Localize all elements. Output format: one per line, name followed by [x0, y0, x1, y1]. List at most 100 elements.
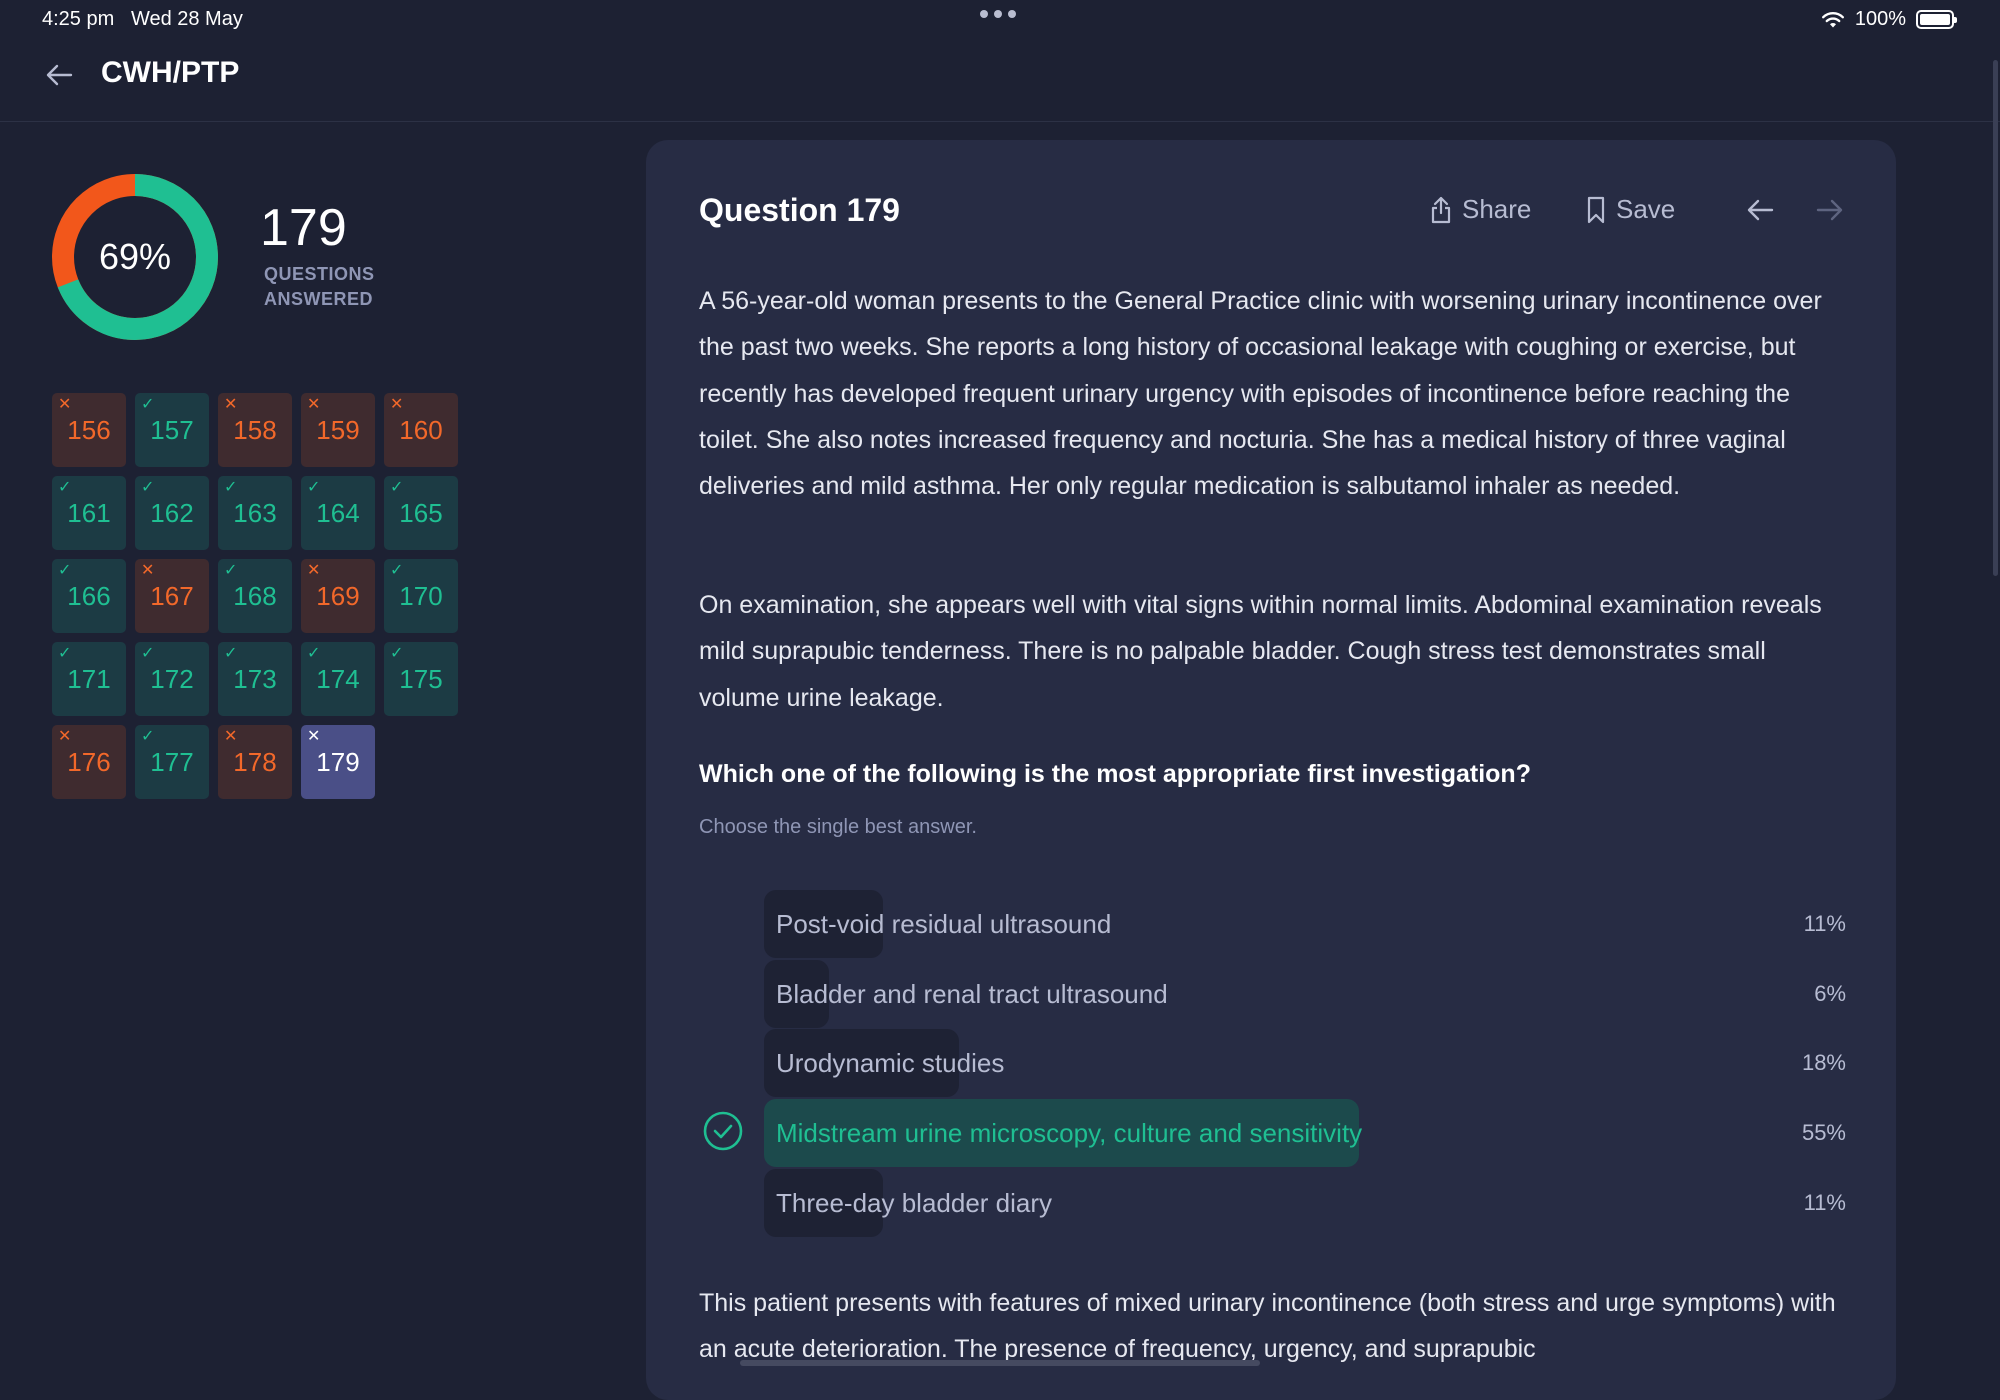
question-prompt: Which one of the following is the most a…: [699, 760, 1531, 788]
question-cell-158[interactable]: ✕ 158: [218, 393, 292, 467]
share-button[interactable]: Share: [1430, 194, 1531, 225]
question-number: 176: [67, 746, 111, 777]
examination-paragraph: On examination, she appears well with vi…: [699, 591, 1822, 712]
scrollbar[interactable]: [1993, 60, 1998, 576]
question-cell-179[interactable]: ✕ 179: [301, 725, 375, 799]
check-icon: ✓: [307, 479, 321, 496]
answer-option-label: Midstream urine microscopy, culture and …: [776, 1117, 1363, 1148]
question-number: 179: [316, 746, 360, 777]
answer-option-label: Post-void residual ultrasound: [776, 908, 1112, 939]
answer-option[interactable]: Bladder and renal tract ultrasound 6%: [764, 960, 1846, 1028]
check-icon: ✓: [58, 645, 72, 662]
question-cell-168[interactable]: ✓ 168: [218, 559, 292, 633]
answer-option-label: Bladder and renal tract ultrasound: [776, 978, 1168, 1009]
question-number: 171: [67, 663, 111, 694]
question-number: 156: [67, 414, 111, 445]
cross-icon: ✕: [390, 396, 404, 413]
page-title: CWH/PTP: [101, 56, 240, 89]
question-cell-160[interactable]: ✕ 160: [384, 393, 458, 467]
next-question-button[interactable]: [1810, 190, 1850, 230]
question-cell-157[interactable]: ✓ 157: [135, 393, 209, 467]
question-cell-177[interactable]: ✓ 177: [135, 725, 209, 799]
question-cell-175[interactable]: ✓ 175: [384, 642, 458, 716]
check-icon: ✓: [307, 645, 321, 662]
check-icon: ✓: [141, 479, 155, 496]
check-icon: ✓: [141, 645, 155, 662]
explanation-text: This patient presents with features of m…: [699, 1289, 1836, 1364]
share-label: Share: [1462, 194, 1532, 224]
question-cell-178[interactable]: ✕ 178: [218, 725, 292, 799]
question-cell-161[interactable]: ✓ 161: [52, 476, 126, 550]
question-number: 168: [233, 580, 277, 611]
battery-percent: 100%: [1854, 8, 1906, 30]
answered-count: 179: [260, 199, 347, 257]
check-icon: ✓: [390, 562, 404, 579]
answered-label: QUESTIONS ANSWERED: [264, 264, 375, 309]
score-percent: 69%: [98, 236, 172, 277]
question-number: 177: [150, 746, 194, 777]
question-number: 166: [67, 580, 111, 611]
question-stem-paragraph: A 56-year-old woman presents to the Gene…: [699, 287, 1822, 501]
question-grid: ✕ 156 ✓ 157 ✕ 158 ✕ 159 ✕ 160 ✓ 161 ✓ 162 ✓ 163 ✓ 164 ✓ 165…: [52, 393, 458, 799]
home-indicator[interactable]: [740, 1360, 1260, 1366]
question-number: 165: [399, 497, 443, 528]
status-date: Wed 28 May: [130, 8, 243, 30]
question-cell-162[interactable]: ✓ 162: [135, 476, 209, 550]
answer-option[interactable]: Urodynamic studies 18%: [764, 1029, 1846, 1097]
check-icon: ✓: [224, 479, 238, 496]
question-cell-159[interactable]: ✕ 159: [301, 393, 375, 467]
bookmark-icon: [1587, 196, 1605, 223]
answer-option-label: Urodynamic studies: [776, 1047, 1005, 1078]
previous-question-button[interactable]: [1740, 190, 1780, 230]
status-bar: 4:25 pm Wed 28 May 100%: [0, 0, 2000, 40]
question-cell-171[interactable]: ✓ 171: [52, 642, 126, 716]
answer-option-label: Three-day bladder diary: [776, 1187, 1053, 1218]
answer-option[interactable]: Three-day bladder diary 11%: [764, 1169, 1846, 1237]
question-cell-165[interactable]: ✓ 165: [384, 476, 458, 550]
question-card: Question 179 Share Save A 56-year-old wo…: [646, 140, 1896, 1400]
question-cell-174[interactable]: ✓ 174: [301, 642, 375, 716]
answer-option[interactable]: Post-void residual ultrasound 11%: [764, 890, 1846, 958]
answer-hint: Choose the single best answer.: [699, 816, 977, 838]
question-cell-167[interactable]: ✕ 167: [135, 559, 209, 633]
question-number: 178: [233, 746, 277, 777]
answer-percent: 6%: [1814, 981, 1846, 1006]
question-number: 158: [233, 414, 277, 445]
question-number: 175: [399, 663, 443, 694]
question-number: 164: [316, 497, 360, 528]
multitasking-dots-icon[interactable]: [980, 10, 1016, 18]
cross-icon: ✕: [307, 562, 321, 579]
arrow-left-icon: [46, 64, 73, 86]
question-number: 173: [233, 663, 277, 694]
correct-answer-check-icon: [703, 1111, 743, 1151]
answer-percent: 18%: [1801, 1050, 1846, 1075]
answer-percent: 55%: [1801, 1120, 1846, 1145]
question-cell-166[interactable]: ✓ 166: [52, 559, 126, 633]
question-cell-156[interactable]: ✕ 156: [52, 393, 126, 467]
question-number: 162: [150, 497, 194, 528]
answer-percent: 11%: [1803, 1190, 1846, 1215]
question-number: 159: [316, 414, 360, 445]
back-button[interactable]: [38, 54, 80, 96]
save-label: Save: [1616, 194, 1676, 224]
save-button[interactable]: Save: [1586, 194, 1675, 225]
answer-option[interactable]: Midstream urine microscopy, culture and …: [764, 1099, 1846, 1167]
question-title: Question 179: [699, 192, 900, 228]
question-number: 174: [316, 663, 360, 694]
question-cell-169[interactable]: ✕ 169: [301, 559, 375, 633]
check-icon: ✓: [141, 396, 155, 413]
check-icon: ✓: [141, 728, 155, 745]
status-indicators: 100%: [1821, 8, 1957, 31]
question-cell-164[interactable]: ✓ 164: [301, 476, 375, 550]
check-icon: ✓: [224, 562, 238, 579]
cross-icon: ✕: [141, 562, 155, 579]
question-cell-172[interactable]: ✓ 172: [135, 642, 209, 716]
question-cell-173[interactable]: ✓ 173: [218, 642, 292, 716]
question-cell-163[interactable]: ✓ 163: [218, 476, 292, 550]
check-icon: ✓: [224, 645, 238, 662]
question-number: 169: [316, 580, 360, 611]
question-cell-170[interactable]: ✓ 170: [384, 559, 458, 633]
cross-icon: ✕: [224, 728, 238, 745]
share-icon: [1431, 196, 1451, 223]
question-cell-176[interactable]: ✕ 176: [52, 725, 126, 799]
